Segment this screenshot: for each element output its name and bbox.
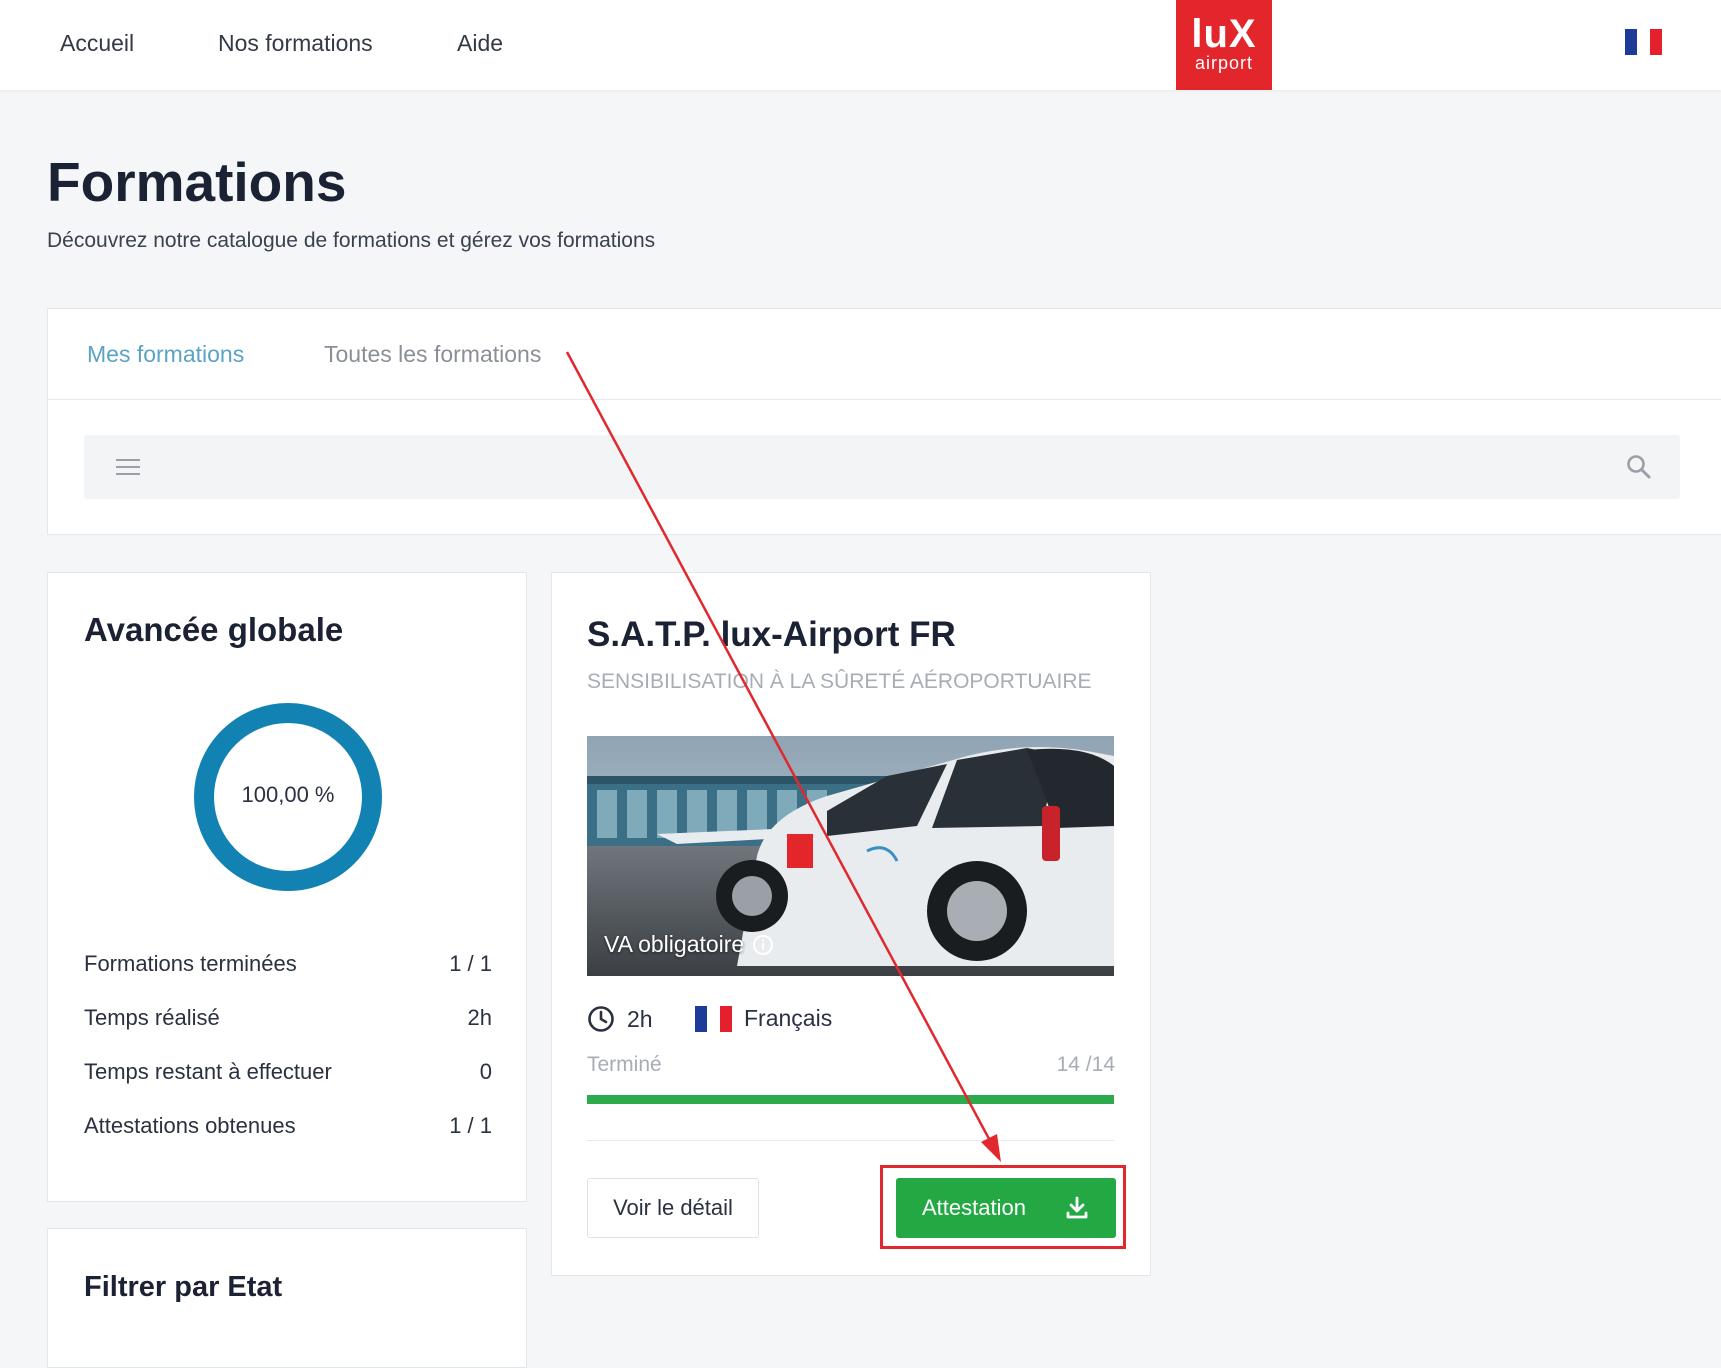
global-progress-title: Avancée globale (84, 611, 344, 648)
attestation-button-label: Attestation (922, 1195, 1026, 1220)
filter-card: Filtrer par Etat (47, 1228, 527, 1368)
duration-value: 2h (627, 1005, 653, 1032)
course-card: S.A.T.P. lux-Airport FR SENSIBILISATION … (551, 572, 1151, 1276)
stat-value: 0 (479, 1059, 492, 1084)
stat-row-temps-restant: Temps restant à effectuer 0 (84, 1059, 492, 1085)
course-progress-bar (587, 1095, 1114, 1104)
search-icon[interactable] (1625, 453, 1653, 481)
clock-icon (588, 1006, 614, 1032)
stat-label: Temps restant à effectuer (84, 1059, 332, 1084)
course-image[interactable]: VA obligatoire (587, 736, 1114, 976)
logo-text-main: luX (1191, 12, 1257, 56)
lesson-count: 14 /14 (1056, 1053, 1115, 1076)
lux-airport-logo[interactable]: luX airport (1176, 0, 1272, 90)
stat-value: 1 / 1 (449, 951, 492, 976)
course-image-label: VA obligatoire (604, 931, 774, 958)
course-progress-fill (587, 1095, 1114, 1104)
filter-card-title: Filtrer par Etat (84, 1271, 283, 1303)
stat-row-formations-terminees: Formations terminées 1 / 1 (84, 951, 492, 977)
stat-label: Formations terminées (84, 951, 297, 976)
french-flag-icon[interactable] (1625, 29, 1662, 55)
stat-value: 1 / 1 (449, 1113, 492, 1138)
card-divider (587, 1140, 1114, 1141)
stat-label: Temps réalisé (84, 1005, 220, 1030)
menu-icon[interactable] (116, 459, 140, 475)
logo-text-sub: airport (1194, 53, 1254, 73)
nav-link-nos-formations[interactable]: Nos formations (218, 30, 373, 57)
global-progress-card: Avancée globale 100,00 % Formations term… (47, 572, 527, 1202)
search-bar[interactable] (84, 435, 1680, 499)
stat-value: 2h (467, 1005, 492, 1030)
page-subtitle: Découvrez notre catalogue de formations … (47, 229, 656, 252)
course-language: Français (695, 1005, 832, 1032)
download-icon (1066, 1196, 1088, 1219)
top-navigation-bar: Accueil Nos formations Aide luX airport (0, 0, 1721, 90)
nav-link-aide[interactable]: Aide (457, 30, 503, 57)
nav-link-accueil[interactable]: Accueil (60, 30, 134, 57)
tabs-divider (48, 399, 1721, 400)
stat-row-temps-realise: Temps réalisé 2h (84, 1005, 492, 1031)
french-flag-icon (695, 1005, 732, 1032)
language-value: Français (744, 1005, 833, 1031)
tab-toutes-les-formations[interactable]: Toutes les formations (324, 341, 541, 368)
course-title[interactable]: S.A.T.P. lux-Airport FR (587, 615, 956, 655)
course-status: Terminé (587, 1053, 662, 1076)
page-title: Formations (47, 151, 347, 213)
mandatory-label: VA obligatoire (604, 931, 745, 957)
see-detail-button[interactable]: Voir le détail (587, 1178, 759, 1238)
attestation-button[interactable]: Attestation (896, 1178, 1116, 1238)
tab-mes-formations[interactable]: Mes formations (87, 341, 244, 368)
info-icon[interactable] (752, 934, 774, 956)
progress-percent-label: 100,00 % (241, 782, 335, 807)
formations-tabs-card: Mes formations Toutes les formations (47, 308, 1721, 535)
course-subtitle: SENSIBILISATION À LA SÛRETÉ AÉROPORTUAIR… (587, 670, 1092, 693)
course-duration: 2h (587, 1005, 653, 1033)
stat-row-attestations: Attestations obtenues 1 / 1 (84, 1113, 492, 1139)
stat-label: Attestations obtenues (84, 1113, 296, 1138)
